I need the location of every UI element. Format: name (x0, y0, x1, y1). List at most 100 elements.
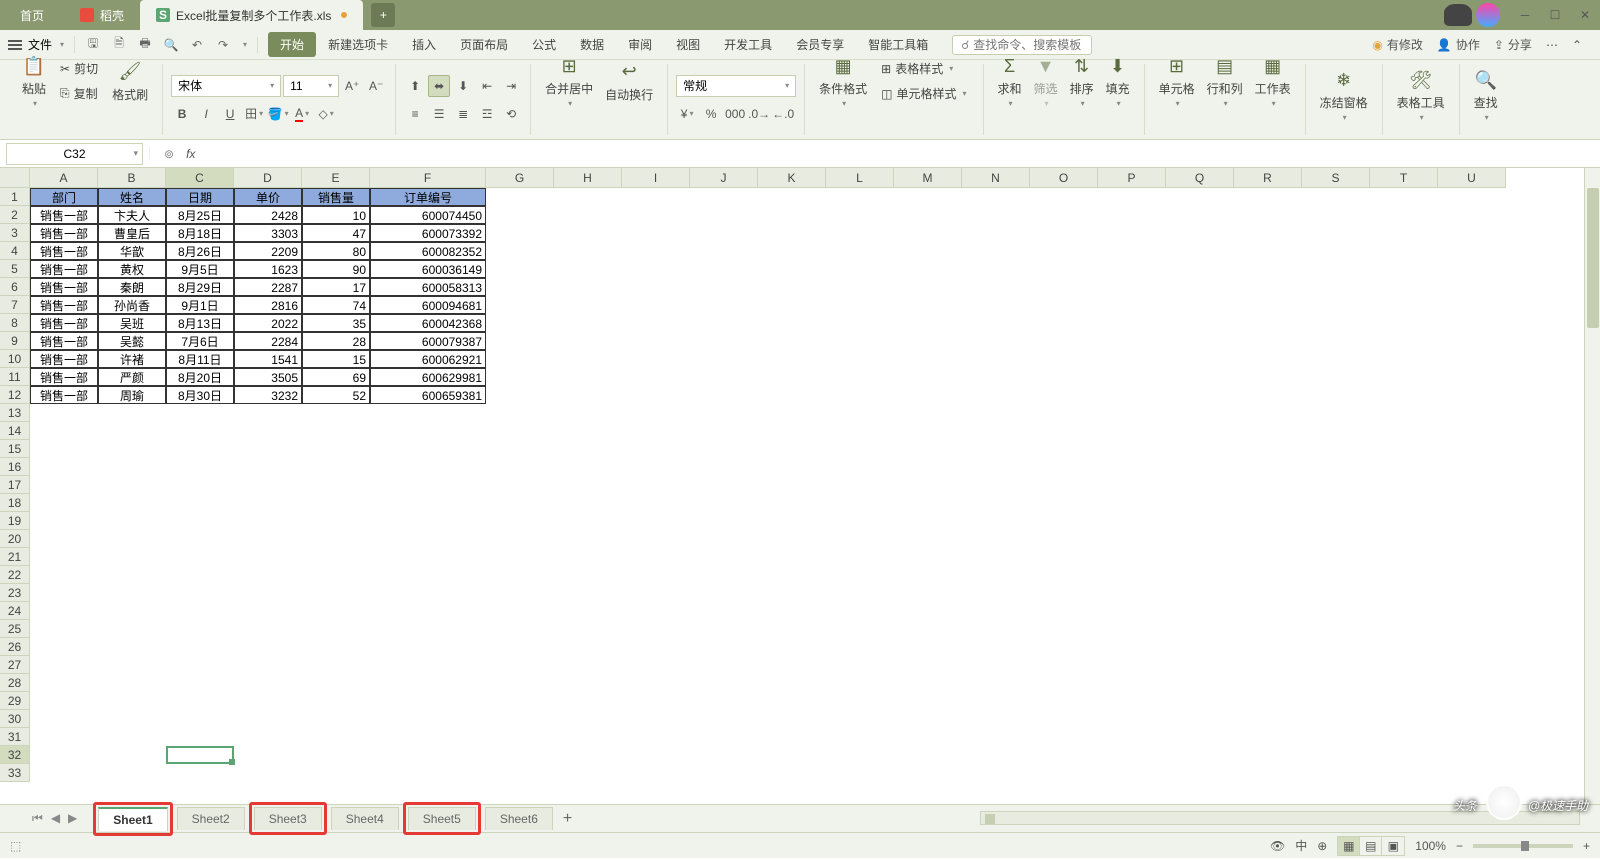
row-header[interactable]: 6 (0, 278, 30, 296)
spreadsheet-grid[interactable]: ABCDEFGHIJKLMNOPQRSTU 123456789101112131… (0, 168, 1600, 804)
row-header[interactable]: 15 (0, 440, 30, 458)
row-header[interactable]: 5 (0, 260, 30, 278)
table-cell[interactable]: 许褚 (98, 350, 166, 368)
col-header[interactable]: E (302, 168, 370, 188)
table-style-button[interactable]: ⊞表格样式▾ (877, 58, 970, 79)
table-cell[interactable]: 吴懿 (98, 332, 166, 350)
col-header[interactable]: O (1030, 168, 1098, 188)
sheet-nav-next[interactable]: ▶ (68, 811, 77, 826)
sum-button[interactable]: Σ求和▾ (992, 50, 1028, 112)
ribbon-tab-2[interactable]: 插入 (400, 32, 448, 57)
freeze-button[interactable]: ❄冻结窗格▾ (1314, 64, 1374, 126)
table-cell[interactable]: 600042368 (370, 314, 486, 332)
table-header-cell[interactable]: 订单编号 (370, 188, 486, 206)
col-header[interactable]: T (1370, 168, 1438, 188)
italic-button[interactable]: I (195, 103, 217, 125)
bold-button[interactable]: B (171, 103, 193, 125)
ribbon-tab-8[interactable]: 开发工具 (712, 32, 784, 57)
sheet-tab-sheet3[interactable]: Sheet3 (254, 807, 322, 830)
row-header[interactable]: 18 (0, 494, 30, 512)
merge-button[interactable]: ⊞ 合并居中▾ (539, 50, 599, 112)
col-header[interactable]: N (962, 168, 1030, 188)
col-header[interactable]: S (1302, 168, 1370, 188)
name-box[interactable]: C32▾ (6, 143, 143, 165)
table-cell[interactable]: 35 (302, 314, 370, 332)
table-cell[interactable]: 9月1日 (166, 296, 234, 314)
normal-view-button[interactable]: ▦ (1338, 837, 1360, 855)
ime-icon[interactable]: 中 (1295, 837, 1307, 854)
row-header[interactable]: 2 (0, 206, 30, 224)
table-header-cell[interactable]: 姓名 (98, 188, 166, 206)
table-cell[interactable]: 1541 (234, 350, 302, 368)
table-cell[interactable]: 9月5日 (166, 260, 234, 278)
number-format-select[interactable]: 常规▾ (676, 75, 796, 97)
table-cell[interactable]: 销售一部 (30, 386, 98, 404)
table-cell[interactable]: 销售一部 (30, 314, 98, 332)
table-cell[interactable]: 销售一部 (30, 368, 98, 386)
table-cell[interactable]: 吴班 (98, 314, 166, 332)
row-header[interactable]: 23 (0, 584, 30, 602)
ribbon-tab-6[interactable]: 审阅 (616, 32, 664, 57)
row-header[interactable]: 30 (0, 710, 30, 728)
table-cell[interactable]: 严颜 (98, 368, 166, 386)
ribbon-tab-1[interactable]: 新建选项卡 (316, 32, 400, 57)
table-cell[interactable]: 28 (302, 332, 370, 350)
col-header[interactable]: H (554, 168, 622, 188)
col-header[interactable]: R (1234, 168, 1302, 188)
indent-decrease-button[interactable]: ⇤ (476, 75, 498, 97)
table-cell[interactable]: 52 (302, 386, 370, 404)
table-cell[interactable]: 10 (302, 206, 370, 224)
table-cell[interactable]: 2022 (234, 314, 302, 332)
indent-increase-button[interactable]: ⇥ (500, 75, 522, 97)
orientation-button[interactable]: ⟲ (500, 103, 522, 125)
table-header-cell[interactable]: 部门 (30, 188, 98, 206)
row-header[interactable]: 14 (0, 422, 30, 440)
table-cell[interactable]: 8月29日 (166, 278, 234, 296)
increase-decimal-button[interactable]: .0→ (748, 103, 770, 125)
table-cell[interactable]: 销售一部 (30, 350, 98, 368)
underline-button[interactable]: U (219, 103, 241, 125)
increase-font-button[interactable]: A⁺ (341, 75, 363, 97)
table-cell[interactable]: 2284 (234, 332, 302, 350)
table-cell[interactable]: 8月30日 (166, 386, 234, 404)
row-header[interactable]: 19 (0, 512, 30, 530)
ribbon-toggle[interactable]: ⌃ (1572, 38, 1582, 52)
add-sheet-button[interactable]: + (553, 806, 582, 832)
table-tools-button[interactable]: 🛠表格工具▾ (1391, 64, 1451, 126)
read-mode-icon[interactable]: 👁 (1270, 839, 1285, 853)
table-cell[interactable]: 3505 (234, 368, 302, 386)
minimize-button[interactable]: ─ (1510, 0, 1540, 30)
table-cell[interactable]: 600094681 (370, 296, 486, 314)
table-cell[interactable]: 黄权 (98, 260, 166, 278)
table-cell[interactable]: 销售一部 (30, 332, 98, 350)
zoom-level[interactable]: 100% (1415, 839, 1446, 853)
row-header[interactable]: 13 (0, 404, 30, 422)
table-header-cell[interactable]: 单价 (234, 188, 302, 206)
table-cell[interactable]: 600659381 (370, 386, 486, 404)
col-header[interactable]: J (690, 168, 758, 188)
table-cell[interactable]: 600062921 (370, 350, 486, 368)
row-header[interactable]: 8 (0, 314, 30, 332)
row-header[interactable]: 10 (0, 350, 30, 368)
table-cell[interactable]: 600073392 (370, 224, 486, 242)
table-cell[interactable]: 600036149 (370, 260, 486, 278)
table-cell[interactable]: 47 (302, 224, 370, 242)
table-header-cell[interactable]: 日期 (166, 188, 234, 206)
table-cell[interactable]: 曹皇后 (98, 224, 166, 242)
cut-button[interactable]: ✂剪切 (56, 58, 102, 79)
row-header[interactable]: 16 (0, 458, 30, 476)
col-header[interactable]: K (758, 168, 826, 188)
row-header[interactable]: 26 (0, 638, 30, 656)
col-header[interactable]: U (1438, 168, 1506, 188)
print-preview-icon[interactable]: 🔍 (163, 37, 179, 53)
horizontal-scrollbar[interactable] (980, 811, 1580, 825)
distribute-button[interactable]: ☲ (476, 103, 498, 125)
table-cell[interactable]: 销售一部 (30, 224, 98, 242)
align-center-button[interactable]: ☰ (428, 103, 450, 125)
layout-view-button[interactable]: ▣ (1382, 837, 1404, 855)
sheet-tab-sheet1[interactable]: Sheet1 (98, 807, 167, 831)
paste-button[interactable]: 📋 粘贴▾ (16, 50, 52, 112)
caps-icon[interactable]: ⊕ (1317, 839, 1327, 853)
col-header[interactable]: Q (1166, 168, 1234, 188)
table-cell[interactable]: 2816 (234, 296, 302, 314)
